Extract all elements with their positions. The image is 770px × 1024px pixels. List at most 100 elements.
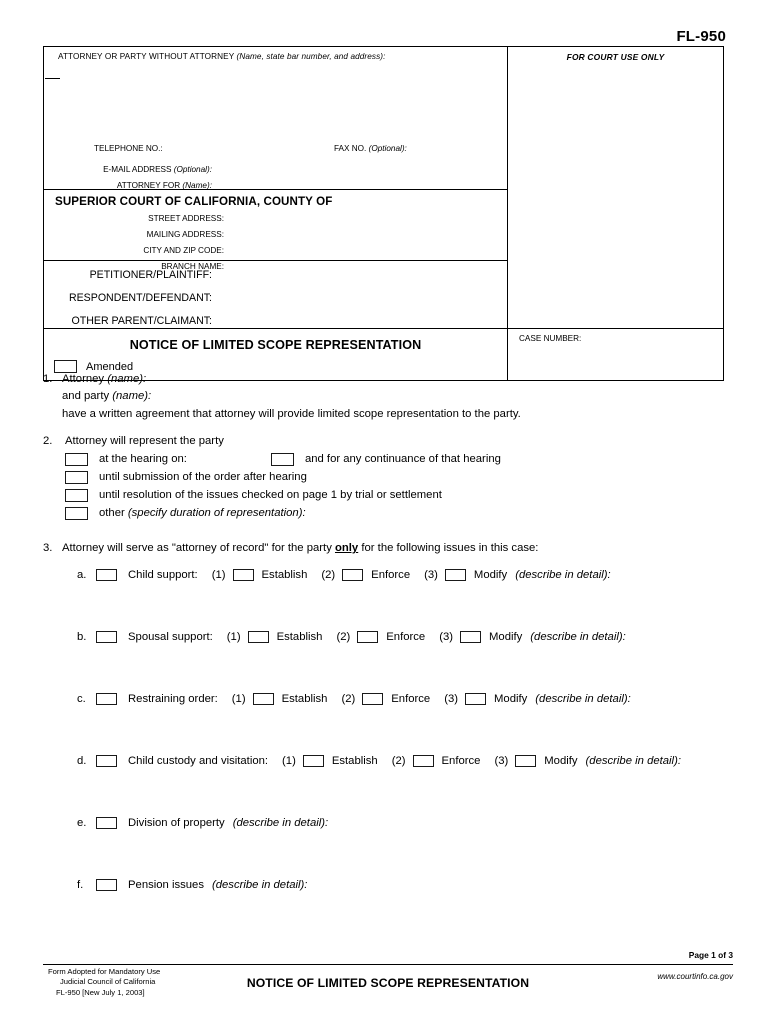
item-3-heading-pre: Attorney will serve as "attorney of reco…	[62, 542, 335, 555]
item-1: 1. Attorney (name): and party (name): ha…	[43, 373, 733, 420]
child-support-describe: (describe in detail):	[515, 568, 611, 581]
case-number-label: CASE NUMBER:	[519, 334, 582, 343]
child-support-enforce-label: Enforce	[371, 568, 411, 581]
child-custody-describe: (describe in detail):	[585, 754, 681, 767]
restraining-order-modify-label: Modify	[494, 692, 528, 705]
for-court-use-only-label: FOR COURT USE ONLY	[566, 52, 665, 62]
pension-issues-checkbox[interactable]	[96, 879, 117, 892]
item-1-line-3: have a written agreement that attorney w…	[62, 407, 521, 420]
other-duration-italic: (specify duration of representation):	[127, 507, 306, 520]
restraining-order-n2: (2)	[341, 692, 356, 705]
form-body: 1. Attorney (name): and party (name): ha…	[43, 373, 733, 892]
child-custody-modify-checkbox[interactable]	[515, 755, 537, 768]
division-of-property-checkbox[interactable]	[96, 817, 117, 830]
form-title: NOTICE OF LIMITED SCOPE REPRESENTATION	[129, 338, 422, 352]
item-2-option-resolution-row: until resolution of the issues checked o…	[65, 489, 733, 503]
amended-row: Amended	[54, 360, 133, 373]
spousal-support-establish-checkbox[interactable]	[247, 631, 269, 644]
fax-label-text: FAX NO.	[334, 144, 367, 153]
restraining-order-establish-label: Establish	[281, 692, 328, 705]
spousal-support-label: Spousal support:	[128, 630, 213, 643]
item-3: 3. Attorney will serve as "attorney of r…	[43, 542, 733, 892]
issue-row-spousal-support: b. Spousal support: (1) Establish (2) En…	[77, 630, 733, 644]
restraining-order-enforce-checkbox[interactable]	[362, 693, 384, 706]
item-1-number: 1.	[43, 373, 53, 385]
item-2-option-hearing-row: at the hearing on: and for any continuan…	[65, 453, 733, 467]
issue-e-letter: e.	[77, 816, 87, 829]
spousal-support-checkbox[interactable]	[96, 631, 117, 644]
form-number: FL-950	[676, 28, 726, 45]
child-support-establish-label: Establish	[261, 568, 308, 581]
city-zip-label: CITY AND ZIP CODE:	[143, 246, 224, 255]
other-duration-checkbox[interactable]	[65, 507, 88, 521]
item-2-body: Attorney will represent the party at the…	[65, 434, 733, 521]
issue-d-letter: d.	[77, 754, 87, 767]
spousal-support-enforce-checkbox[interactable]	[357, 631, 379, 644]
spousal-support-modify-checkbox[interactable]	[460, 631, 482, 644]
restraining-order-establish-checkbox[interactable]	[252, 693, 274, 706]
attorney-info-cell: ATTORNEY OR PARTY WITHOUT ATTORNEY (Name…	[44, 47, 508, 380]
party-block: PETITIONER/PLAINTIFF: RESPONDENT/DEFENDA…	[44, 260, 507, 328]
hearing-on-checkbox[interactable]	[65, 453, 88, 467]
spousal-support-n2: (2)	[336, 630, 351, 643]
item-2: 2. Attorney will represent the party at …	[43, 434, 733, 521]
mailing-address-label: MAILING ADDRESS:	[146, 230, 224, 239]
until-submission-checkbox[interactable]	[65, 471, 88, 485]
child-custody-label: Child custody and visitation:	[128, 754, 269, 767]
petitioner-plaintiff-label: PETITIONER/PLAINTIFF:	[89, 269, 212, 281]
respondent-defendant-label: RESPONDENT/DEFENDANT:	[68, 292, 212, 304]
issue-row-restraining-order: c. Restraining order: (1) Establish (2) …	[77, 692, 733, 706]
item-1-line-1: Attorney (name):	[62, 373, 733, 385]
restraining-order-describe: (describe in detail):	[535, 692, 631, 705]
until-submission-label: until submission of the order after hear…	[99, 471, 307, 484]
item-1-body: Attorney (name): and party (name): have …	[62, 373, 733, 420]
restraining-order-enforce-label: Enforce	[391, 692, 431, 705]
until-resolution-checkbox[interactable]	[65, 489, 88, 503]
caption-table: ATTORNEY OR PARTY WITHOUT ATTORNEY (Name…	[43, 46, 724, 381]
telephone-label: TELEPHONE NO.:	[94, 144, 163, 153]
issue-b-letter: b.	[77, 630, 87, 643]
street-address-label: STREET ADDRESS:	[148, 214, 224, 223]
item-2-option-submission-row: until submission of the order after hear…	[65, 471, 733, 485]
restraining-order-n3: (3)	[444, 692, 459, 705]
footer-form-title: NOTICE OF LIMITED SCOPE REPRESENTATION	[246, 976, 530, 990]
email-label-italic: (Optional):	[173, 165, 212, 174]
item-1-line-2: and party (name):	[62, 391, 733, 402]
item-3-number: 3.	[43, 542, 53, 555]
spousal-support-establish-label: Establish	[276, 630, 323, 643]
issue-row-division-of-property: e. Division of property (describe in det…	[77, 816, 733, 830]
form-page: FL-950 ATTORNEY OR PARTY WITHOUT ATTORNE…	[0, 0, 770, 1024]
restraining-order-checkbox[interactable]	[96, 693, 117, 706]
spousal-support-n1: (1)	[226, 630, 241, 643]
pension-issues-label: Pension issues	[128, 878, 204, 891]
restraining-order-modify-checkbox[interactable]	[465, 693, 487, 706]
child-support-modify-label: Modify	[473, 568, 508, 581]
child-custody-enforce-checkbox[interactable]	[412, 755, 434, 768]
item-3-body: Attorney will serve as "attorney of reco…	[62, 543, 733, 892]
court-block: SUPERIOR COURT OF CALIFORNIA, COUNTY OF …	[44, 189, 507, 271]
child-support-modify-checkbox[interactable]	[444, 569, 466, 582]
item-2-option-other-row: other (specify duration of representatio…	[65, 507, 733, 521]
footer-website: www.courtinfo.ca.gov	[657, 972, 733, 981]
child-support-n1: (1)	[211, 568, 226, 581]
child-custody-checkbox[interactable]	[96, 755, 117, 768]
child-custody-establish-checkbox[interactable]	[302, 755, 324, 768]
child-support-enforce-checkbox[interactable]	[342, 569, 364, 582]
case-number-block: CASE NUMBER:	[508, 328, 723, 380]
other-duration-label: other (specify duration of representatio…	[99, 507, 306, 520]
page-number: Page 1 of 3	[688, 950, 733, 960]
child-custody-n3: (3)	[494, 754, 509, 767]
issue-row-child-support: a. Child support: (1) Establish (2) Enfo…	[77, 568, 733, 582]
amended-label: Amended	[86, 360, 134, 373]
footer-divider	[43, 964, 733, 965]
child-support-establish-checkbox[interactable]	[232, 569, 254, 582]
continuance-checkbox[interactable]	[270, 453, 294, 467]
item-1-attorney-text: Attorney	[62, 373, 108, 385]
superior-court-title: SUPERIOR COURT OF CALIFORNIA, COUNTY OF	[55, 195, 333, 208]
spousal-support-n3: (3)	[439, 630, 454, 643]
other-duration-text: other	[99, 507, 128, 520]
margin-tick-mark	[45, 78, 60, 79]
amended-checkbox[interactable]	[54, 360, 77, 373]
child-support-checkbox[interactable]	[96, 569, 117, 582]
item-2-heading: Attorney will represent the party	[65, 434, 224, 447]
